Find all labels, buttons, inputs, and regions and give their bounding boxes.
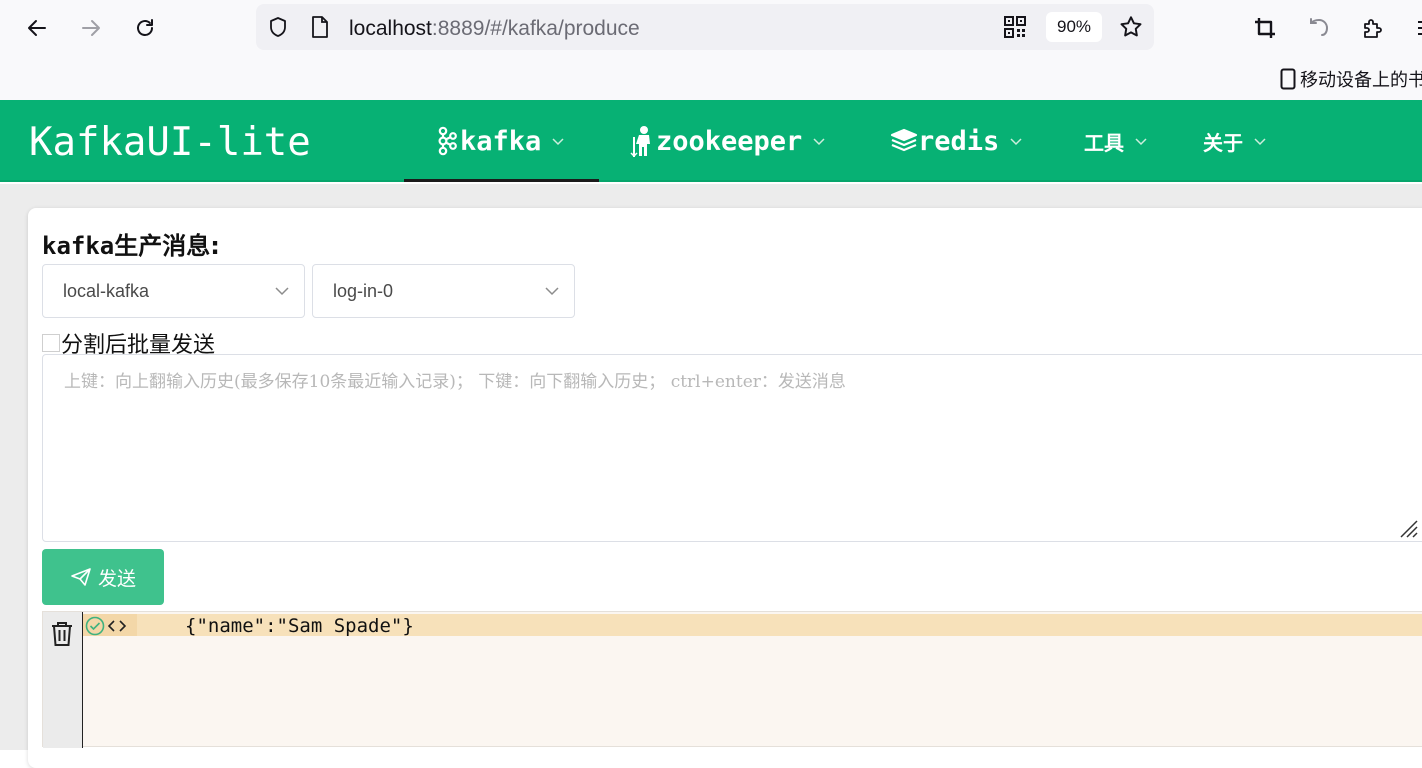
menu-label: kafka bbox=[460, 125, 542, 157]
batch-send-checkbox[interactable] bbox=[42, 334, 60, 352]
redis-icon bbox=[890, 128, 918, 152]
chevron-down-icon bbox=[813, 138, 825, 146]
trash-icon[interactable] bbox=[50, 620, 74, 648]
qr-code-icon[interactable] bbox=[1003, 15, 1027, 44]
message-input[interactable]: 上键：向上翻输入历史(最多保存10条最近输入记录)； 下键：向下翻输入历史； c… bbox=[42, 354, 1422, 542]
kafka-icon bbox=[438, 126, 457, 156]
undo-button[interactable] bbox=[1303, 12, 1335, 44]
menu-redis[interactable]: redis bbox=[890, 100, 1023, 182]
page-title: kafka生产消息: bbox=[42, 226, 220, 261]
cluster-select[interactable]: local-kafka bbox=[42, 264, 305, 318]
url-path: :8889/#/kafka/produce bbox=[431, 17, 640, 40]
crop-button[interactable] bbox=[1249, 12, 1281, 44]
crop-icon bbox=[1255, 18, 1275, 38]
shield-icon[interactable] bbox=[266, 15, 290, 44]
browser-toolbar: localhost:8889/#/kafka/produce 90% bbox=[0, 0, 1422, 56]
resize-handle-icon[interactable] bbox=[1397, 517, 1419, 539]
url-bar[interactable]: localhost:8889/#/kafka/produce 90% bbox=[256, 4, 1154, 50]
chevron-down-icon bbox=[552, 138, 564, 146]
arrow-left-icon bbox=[28, 20, 46, 36]
menu-label: zookeeper bbox=[656, 125, 803, 157]
paper-plane-icon bbox=[71, 568, 91, 586]
menu-label: 工具 bbox=[1084, 130, 1124, 155]
reload-button[interactable] bbox=[129, 12, 161, 44]
back-button[interactable] bbox=[21, 12, 53, 44]
zoom-badge[interactable]: 90% bbox=[1046, 12, 1102, 42]
page-info-icon[interactable] bbox=[309, 15, 331, 44]
topic-select-value: log-in-0 bbox=[333, 281, 394, 301]
title-prefix: kafka bbox=[42, 232, 115, 260]
puzzle-icon bbox=[1364, 19, 1382, 38]
hamburger-icon bbox=[1418, 21, 1422, 35]
message-placeholder: 上键：向上翻输入历史(最多保存10条最近输入记录)； 下键：向下翻输入历史； c… bbox=[64, 372, 846, 392]
send-log: {"name":"Sam Spade"} bbox=[42, 611, 1422, 748]
bookmarks-bar bbox=[0, 56, 1422, 100]
forward-button[interactable] bbox=[75, 12, 107, 44]
chevron-down-icon bbox=[1010, 138, 1022, 146]
chevron-down-icon bbox=[1254, 138, 1266, 146]
send-button[interactable]: 发送 bbox=[42, 549, 164, 605]
menu-label: redis bbox=[918, 125, 1000, 157]
reload-icon bbox=[137, 19, 153, 36]
log-entry-text: {"name":"Sam Spade"} bbox=[185, 615, 414, 637]
menu-about[interactable]: 关于 bbox=[1203, 100, 1267, 182]
url-text[interactable]: localhost:8889/#/kafka/produce bbox=[349, 17, 640, 41]
chevron-down-icon bbox=[275, 287, 289, 296]
log-entry-status bbox=[85, 616, 127, 636]
star-icon[interactable] bbox=[1118, 14, 1144, 45]
log-entry[interactable]: {"name":"Sam Spade"} bbox=[83, 614, 1422, 637]
chevron-down-icon bbox=[545, 287, 559, 296]
arrow-right-icon bbox=[82, 20, 100, 36]
send-button-label: 发送 bbox=[97, 567, 136, 590]
mobile-device-icon bbox=[1280, 68, 1296, 90]
bookmark-label: 移动设备上的书 bbox=[1300, 70, 1422, 90]
menu-tools[interactable]: 工具 bbox=[1084, 100, 1148, 182]
menu-kafka[interactable]: kafka bbox=[436, 100, 565, 182]
menu-label: 关于 bbox=[1203, 130, 1243, 155]
active-menu-indicator bbox=[404, 179, 599, 182]
zookeeper-icon bbox=[630, 126, 650, 157]
menu-button[interactable] bbox=[1406, 12, 1422, 44]
app-brand[interactable]: KafkaUI-lite bbox=[29, 120, 311, 165]
log-gutter bbox=[43, 612, 83, 748]
title-suffix: 生产消息: bbox=[114, 232, 220, 260]
undo-icon bbox=[1310, 18, 1329, 36]
cluster-select-value: local-kafka bbox=[63, 281, 150, 301]
code-icon bbox=[107, 620, 127, 632]
topic-select[interactable]: log-in-0 bbox=[312, 264, 575, 318]
check-circle-icon bbox=[85, 616, 105, 636]
bookmark-mobile[interactable]: 移动设备上的书 bbox=[1280, 66, 1422, 92]
menu-zookeeper[interactable]: zookeeper bbox=[630, 100, 826, 182]
url-host: localhost bbox=[349, 17, 432, 40]
chevron-down-icon bbox=[1135, 138, 1147, 146]
extensions-button[interactable] bbox=[1357, 12, 1389, 44]
